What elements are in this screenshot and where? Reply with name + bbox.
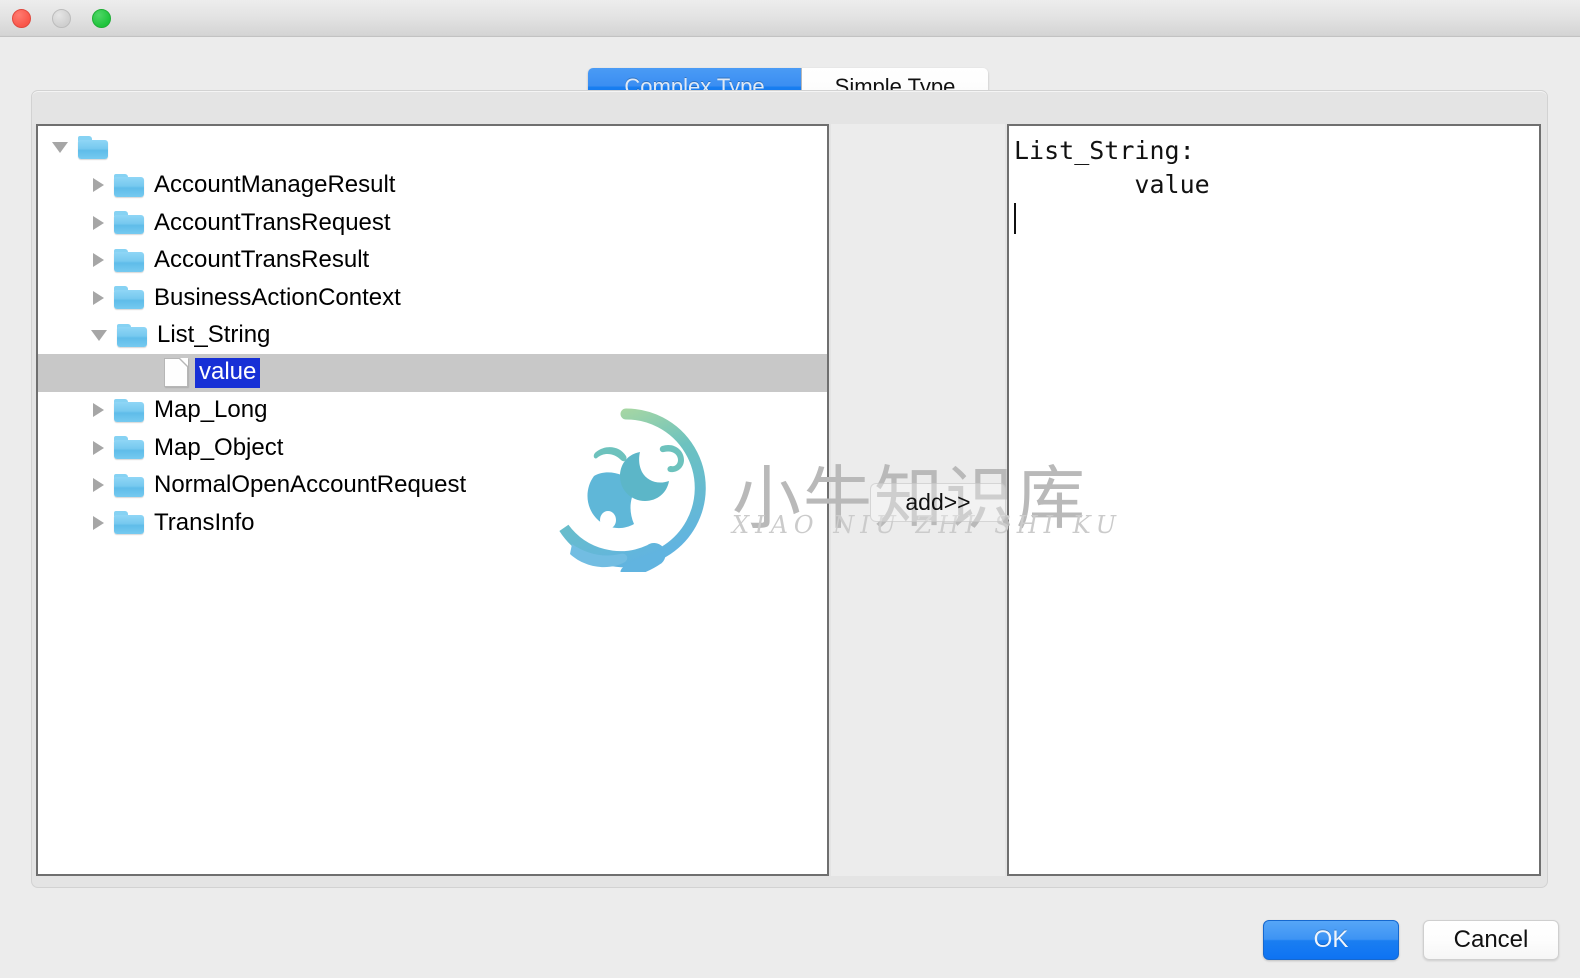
- tree-row-label: NormalOpenAccountRequest: [154, 471, 467, 499]
- folder-icon: [78, 136, 108, 160]
- tree-row-label: AccountTransResult: [154, 246, 370, 274]
- editor-line-2: value: [1014, 170, 1210, 199]
- close-window-icon[interactable]: [12, 9, 31, 28]
- tab-bar: Complex Type Simple Type: [0, 37, 1580, 105]
- tree-row[interactable]: Map_Long: [38, 392, 827, 430]
- tree-row[interactable]: Map_Object: [38, 429, 827, 467]
- chevron-right-icon[interactable]: [93, 290, 104, 305]
- chevron-right-icon[interactable]: [93, 403, 104, 418]
- tree-row-label: Map_Object: [154, 433, 284, 461]
- tree-row[interactable]: NormalOpenAccountRequest: [38, 467, 827, 505]
- ok-button[interactable]: OK: [1263, 920, 1399, 960]
- tree-row[interactable]: AccountTransRequest: [38, 204, 827, 242]
- type-tree-panel[interactable]: AccountManageResult AccountTransRequest …: [36, 124, 829, 876]
- chevron-right-icon[interactable]: [93, 178, 104, 193]
- window-titlebar: [0, 0, 1580, 37]
- editor-line-1: List_String:: [1014, 136, 1195, 165]
- tree-row-label: BusinessActionContext: [154, 283, 401, 311]
- tree-row-label: AccountManageResult: [154, 171, 396, 199]
- tree-row[interactable]: AccountTransResult: [38, 242, 827, 280]
- tree-row[interactable]: AccountManageResult: [38, 167, 827, 205]
- chevron-down-icon[interactable]: [91, 329, 107, 341]
- tree-row-label: Map_Long: [154, 396, 268, 424]
- type-tree: AccountManageResult AccountTransRequest …: [38, 126, 827, 874]
- tree-row[interactable]: List_String: [38, 317, 827, 355]
- text-caret: [1014, 203, 1016, 234]
- tree-row[interactable]: BusinessActionContext: [38, 279, 827, 317]
- folder-icon: [114, 511, 144, 535]
- selected-type-editor[interactable]: List_String: value: [1007, 124, 1541, 876]
- folder-icon: [114, 286, 144, 310]
- tree-row-label: AccountTransRequest: [154, 208, 391, 236]
- cancel-button-label: Cancel: [1453, 926, 1529, 953]
- chevron-right-icon[interactable]: [93, 215, 104, 230]
- folder-icon: [114, 173, 144, 197]
- cancel-button[interactable]: Cancel: [1423, 920, 1559, 960]
- tree-row[interactable]: TransInfo: [38, 504, 827, 542]
- chevron-right-icon[interactable]: [93, 440, 104, 455]
- minimize-window-icon[interactable]: [52, 9, 71, 28]
- zoom-window-icon[interactable]: [92, 9, 111, 28]
- chevron-right-icon[interactable]: [93, 478, 104, 493]
- folder-icon: [114, 211, 144, 235]
- add-button[interactable]: add>>: [870, 483, 1006, 522]
- tree-row-root[interactable]: [38, 129, 827, 167]
- tree-row-label: List_String: [157, 321, 271, 349]
- folder-icon: [114, 398, 144, 422]
- tree-row-label: value: [195, 357, 261, 388]
- file-icon: [164, 358, 188, 388]
- app-window: Complex Type Simple Type AccountManageRe…: [0, 0, 1580, 978]
- folder-icon: [117, 323, 147, 347]
- chevron-right-icon[interactable]: [93, 515, 104, 530]
- tree-row-label: TransInfo: [154, 508, 255, 536]
- folder-icon: [114, 248, 144, 272]
- chevron-right-icon[interactable]: [93, 253, 104, 268]
- add-button-label: add>>: [905, 489, 971, 515]
- folder-icon: [114, 473, 144, 497]
- tree-row-selected[interactable]: value: [38, 354, 827, 392]
- editor-content: List_String: value: [1009, 126, 1539, 236]
- folder-icon: [114, 436, 144, 460]
- chevron-down-icon[interactable]: [52, 142, 68, 154]
- ok-button-label: OK: [1313, 926, 1349, 953]
